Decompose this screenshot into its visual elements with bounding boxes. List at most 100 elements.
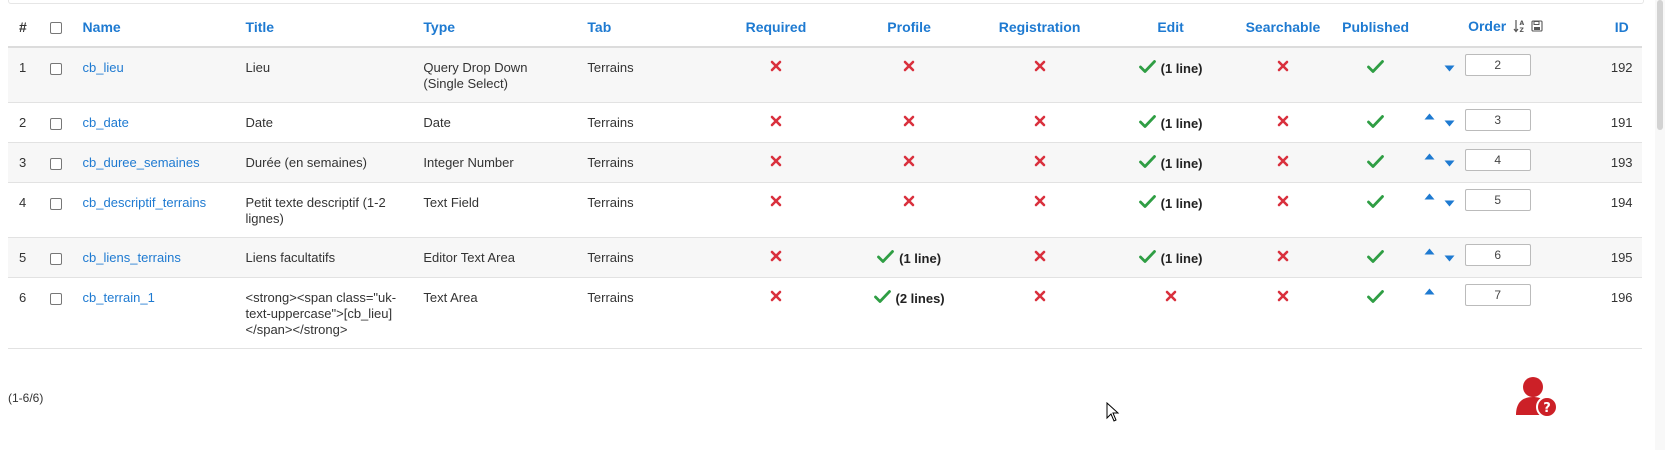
cross-icon[interactable] <box>1034 195 1046 211</box>
cell-order <box>1409 47 1602 103</box>
cross-icon[interactable] <box>903 195 915 211</box>
published-status[interactable] <box>1367 195 1384 212</box>
select-all-checkbox[interactable] <box>49 22 62 35</box>
profile-status[interactable]: (2 lines) <box>873 290 945 307</box>
arrow-up-icon[interactable] <box>1424 188 1436 204</box>
vertical-scrollbar[interactable] <box>1655 0 1665 450</box>
arrow-down-icon[interactable] <box>1444 155 1456 171</box>
col-title[interactable]: Title <box>245 8 424 48</box>
edit-status[interactable]: (1 line) <box>1138 195 1203 212</box>
cross-icon[interactable] <box>1034 290 1046 306</box>
cross-icon[interactable] <box>903 60 915 76</box>
cell-order <box>1409 142 1602 183</box>
cell-title: Lieu <box>245 47 424 103</box>
edit-status[interactable]: (1 line) <box>1138 250 1203 267</box>
cell-searchable <box>1224 47 1342 103</box>
cross-icon[interactable] <box>770 250 782 266</box>
col-searchable[interactable]: Searchable <box>1224 8 1342 48</box>
col-order-label[interactable]: Order <box>1468 18 1506 34</box>
published-status[interactable] <box>1367 250 1384 267</box>
col-registration[interactable]: Registration <box>962 8 1117 48</box>
cell-required <box>696 102 856 143</box>
cross-icon[interactable] <box>770 195 782 211</box>
cross-icon[interactable] <box>1277 195 1289 211</box>
col-id[interactable]: ID <box>1601 8 1642 48</box>
col-profile[interactable]: Profile <box>855 8 963 48</box>
scrollbar-thumb[interactable] <box>1657 0 1663 130</box>
n-text: 4 <box>19 195 27 210</box>
col-edit[interactable]: Edit <box>1116 8 1225 48</box>
edit-status[interactable]: (1 line) <box>1138 155 1203 172</box>
published-status[interactable] <box>1367 115 1384 132</box>
id-text: 193 <box>1610 155 1633 170</box>
check-icon <box>1367 250 1384 267</box>
col-published[interactable]: Published <box>1341 8 1410 48</box>
arrow-up-icon[interactable] <box>1424 283 1436 299</box>
arrow-up-icon[interactable] <box>1424 148 1436 164</box>
arrow-up-icon[interactable] <box>1424 243 1436 259</box>
arrow-down-icon[interactable] <box>1444 195 1456 211</box>
name-text[interactable]: cb_terrain_1 <box>83 290 155 305</box>
order-input[interactable] <box>1464 54 1531 76</box>
cross-icon[interactable] <box>1034 115 1046 131</box>
order-input[interactable] <box>1464 109 1531 131</box>
cross-icon[interactable] <box>1034 60 1046 76</box>
row-checkbox[interactable] <box>49 292 62 305</box>
cross-icon[interactable] <box>770 115 782 131</box>
cross-icon[interactable] <box>1277 60 1289 76</box>
col-tab[interactable]: Tab <box>587 8 697 48</box>
name-text[interactable]: cb_liens_terrains <box>83 250 181 265</box>
cross-icon[interactable] <box>770 60 782 76</box>
cross-icon[interactable] <box>1277 115 1289 131</box>
row-checkbox[interactable] <box>49 157 62 170</box>
row-checkbox[interactable] <box>49 197 62 210</box>
cross-icon[interactable] <box>1034 250 1046 266</box>
col-required[interactable]: Required <box>696 8 856 48</box>
sort-alpha-icon[interactable]: AZ <box>1513 19 1527 36</box>
name-text[interactable]: cb_date <box>83 115 129 130</box>
n-text: 5 <box>19 250 27 265</box>
published-status[interactable] <box>1367 290 1384 307</box>
title-text: Petit texte descriptif (1-2 lignes) <box>245 195 386 226</box>
cell-id: 191 <box>1601 102 1642 143</box>
cross-icon[interactable] <box>770 155 782 171</box>
arrow-down-icon[interactable] <box>1444 115 1456 131</box>
order-controls <box>1410 54 1602 76</box>
published-status[interactable] <box>1367 155 1384 172</box>
col-type[interactable]: Type <box>423 8 588 48</box>
order-input[interactable] <box>1464 189 1531 211</box>
row-checkbox[interactable] <box>49 252 62 265</box>
name-text[interactable]: cb_lieu <box>83 60 124 75</box>
cell-order <box>1409 182 1602 238</box>
cell-id: 193 <box>1601 142 1642 183</box>
cross-icon[interactable] <box>770 290 782 306</box>
published-status[interactable] <box>1367 60 1384 77</box>
row-checkbox[interactable] <box>49 117 62 130</box>
cross-icon[interactable] <box>1277 250 1289 266</box>
row-checkbox[interactable] <box>49 62 62 75</box>
edit-status[interactable]: (1 line) <box>1138 60 1203 77</box>
name-text[interactable]: cb_duree_semaines <box>83 155 200 170</box>
col-name[interactable]: Name <box>82 8 246 48</box>
arrow-down-icon[interactable] <box>1444 60 1456 76</box>
order-input[interactable] <box>1464 244 1531 266</box>
save-icon[interactable] <box>1531 19 1543 35</box>
name-text[interactable]: cb_descriptif_terrains <box>83 195 207 210</box>
cross-icon[interactable] <box>1165 290 1177 306</box>
arrow-down-icon[interactable] <box>1444 250 1456 266</box>
cell-published <box>1341 102 1410 143</box>
cross-icon[interactable] <box>903 115 915 131</box>
profile-status[interactable]: (1 line) <box>877 250 941 267</box>
cell-registration <box>962 237 1117 278</box>
cross-icon[interactable] <box>1277 155 1289 171</box>
cell-type: Integer Number <box>423 142 588 183</box>
cross-icon[interactable] <box>1034 155 1046 171</box>
arrow-up-icon[interactable] <box>1424 108 1436 124</box>
order-input[interactable] <box>1464 284 1531 306</box>
edit-status[interactable]: (1 line) <box>1138 115 1203 132</box>
help-user-icon[interactable]: ? <box>1514 375 1559 420</box>
cross-icon[interactable] <box>1277 290 1289 306</box>
cell-select <box>39 142 83 183</box>
cross-icon[interactable] <box>903 155 915 171</box>
order-input[interactable] <box>1464 149 1531 171</box>
